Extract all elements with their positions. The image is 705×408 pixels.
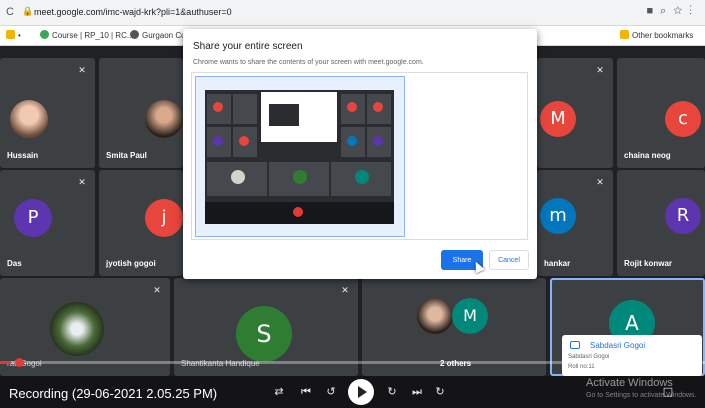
screen-preview — [205, 90, 394, 224]
forward-icon[interactable]: ↻ — [384, 385, 400, 398]
bookmark-course[interactable]: Course | RP_10 | RC... — [40, 30, 134, 40]
dialog-subtitle: Chrome wants to share the contents of yo… — [193, 59, 424, 66]
preview-avatar — [347, 102, 357, 112]
participant-avatar: R — [665, 198, 701, 234]
mic-off-icon: ✕ — [153, 285, 161, 295]
participant-tile[interactable]: Smita Paul — [99, 58, 183, 168]
chat-notification[interactable]: Sabdasri Gogoi Sabdasri Gogoi Roll no:11 — [562, 335, 702, 376]
preview-avatar — [293, 170, 307, 184]
cancel-button[interactable]: Cancel — [489, 250, 529, 270]
participant-avatar: S — [236, 306, 292, 362]
repeat-icon[interactable]: ↻ — [432, 385, 448, 398]
participant-name: Rojit konwar — [624, 259, 673, 268]
participant-tile[interactable]: P ✕ Das — [0, 170, 95, 276]
activation-watermark: Activate Windows — [586, 377, 673, 389]
preview-button — [293, 207, 303, 217]
notification-sender: Sabdasri Gogoi — [590, 341, 646, 350]
apps-icon[interactable]: • — [6, 30, 21, 40]
screen-picker-panel — [191, 72, 528, 240]
preview-avatar — [213, 102, 223, 112]
participant-avatar: M — [540, 101, 576, 137]
browser-address-bar: C 🔒 meet.google.com/imc-wajd-krk?pli=1&a… — [0, 0, 705, 26]
rewind-icon[interactable]: ↺ — [323, 385, 339, 398]
participant-tile[interactable]: R Rojit konwar — [617, 170, 705, 276]
participant-tile[interactable]: ✕ Hussain — [0, 58, 95, 168]
mic-off-icon: ✕ — [78, 177, 86, 187]
playback-progress-bar[interactable] — [0, 358, 705, 367]
progress-fill — [0, 361, 11, 364]
notification-line: Roll no:11 — [568, 364, 595, 370]
participant-name: hankar — [544, 259, 571, 268]
preview-avatar — [355, 170, 369, 184]
activation-watermark-sub: Go to Settings to activate Windows. — [586, 392, 697, 399]
progress-handle[interactable] — [14, 358, 24, 367]
participant-photo — [10, 100, 48, 138]
dialog-title: Share your entire screen — [193, 41, 303, 52]
play-button[interactable] — [348, 379, 374, 405]
screen-thumbnail[interactable] — [195, 76, 405, 237]
reload-icon[interactable]: C — [6, 6, 14, 18]
participant-name: Das — [7, 259, 22, 268]
shuffle-icon[interactable]: ⇄ — [271, 385, 287, 398]
preview-avatar — [373, 136, 383, 146]
bookmark-label: Course | RP_10 | RC... — [52, 31, 134, 40]
browser-toolbar-icons[interactable]: ■⌕☆⋮ — [646, 5, 699, 18]
bookmark-gurgaon[interactable]: Gurgaon Col — [130, 30, 187, 40]
preview-tile — [233, 94, 257, 124]
participant-avatar: P — [14, 199, 52, 237]
participant-photo — [50, 302, 104, 356]
other-bookmarks-label: Other bookmarks — [632, 31, 694, 40]
previous-icon[interactable]: ⏮ — [298, 385, 314, 399]
recording-title: Recording (29-06-2021 2.05.25 PM) — [9, 386, 218, 401]
participant-photo — [417, 298, 453, 334]
preview-avatar — [373, 102, 383, 112]
preview-avatar — [347, 136, 357, 146]
participant-name: chaina neog — [624, 151, 671, 160]
mic-off-icon: ✕ — [78, 65, 86, 75]
participant-name: Smita Paul — [106, 151, 147, 160]
participant-avatar: j — [145, 199, 183, 237]
preview-avatar — [239, 136, 249, 146]
next-icon[interactable]: ⏭ — [409, 385, 425, 399]
mic-off-icon: ✕ — [341, 285, 349, 295]
mic-off-icon: ✕ — [596, 65, 604, 75]
bookmark-label: Gurgaon Col — [142, 31, 188, 40]
notification-line: Sabdasri Gogoi — [568, 354, 610, 360]
participant-name: jyotish gogoi — [106, 259, 156, 268]
share-screen-dialog: Share your entire screen Chrome wants to… — [183, 29, 537, 279]
participant-avatar: M — [452, 298, 488, 334]
chat-icon — [570, 341, 580, 349]
screen: C 🔒 meet.google.com/imc-wajd-krk?pli=1&a… — [0, 0, 705, 408]
participant-tile[interactable]: m ✕ hankar — [537, 170, 613, 276]
url-field[interactable]: meet.google.com/imc-wajd-krk?pli=1&authu… — [34, 7, 232, 17]
participant-tile[interactable]: j jyotish gogoi — [99, 170, 183, 276]
preview-dialog-thumb — [269, 104, 299, 126]
participant-avatar: c — [665, 101, 701, 137]
participant-tile[interactable]: M ✕ — [537, 58, 613, 168]
participant-name: Hussain — [7, 151, 39, 160]
preview-avatar — [213, 136, 223, 146]
participant-avatar: m — [540, 198, 576, 234]
participant-tile[interactable]: c chaina neog — [617, 58, 705, 168]
other-bookmarks[interactable]: Other bookmarks — [620, 30, 693, 40]
preview-avatar — [231, 170, 245, 184]
participant-photo — [145, 100, 183, 138]
lock-icon[interactable]: 🔒 — [22, 6, 33, 17]
mic-off-icon: ✕ — [596, 177, 604, 187]
